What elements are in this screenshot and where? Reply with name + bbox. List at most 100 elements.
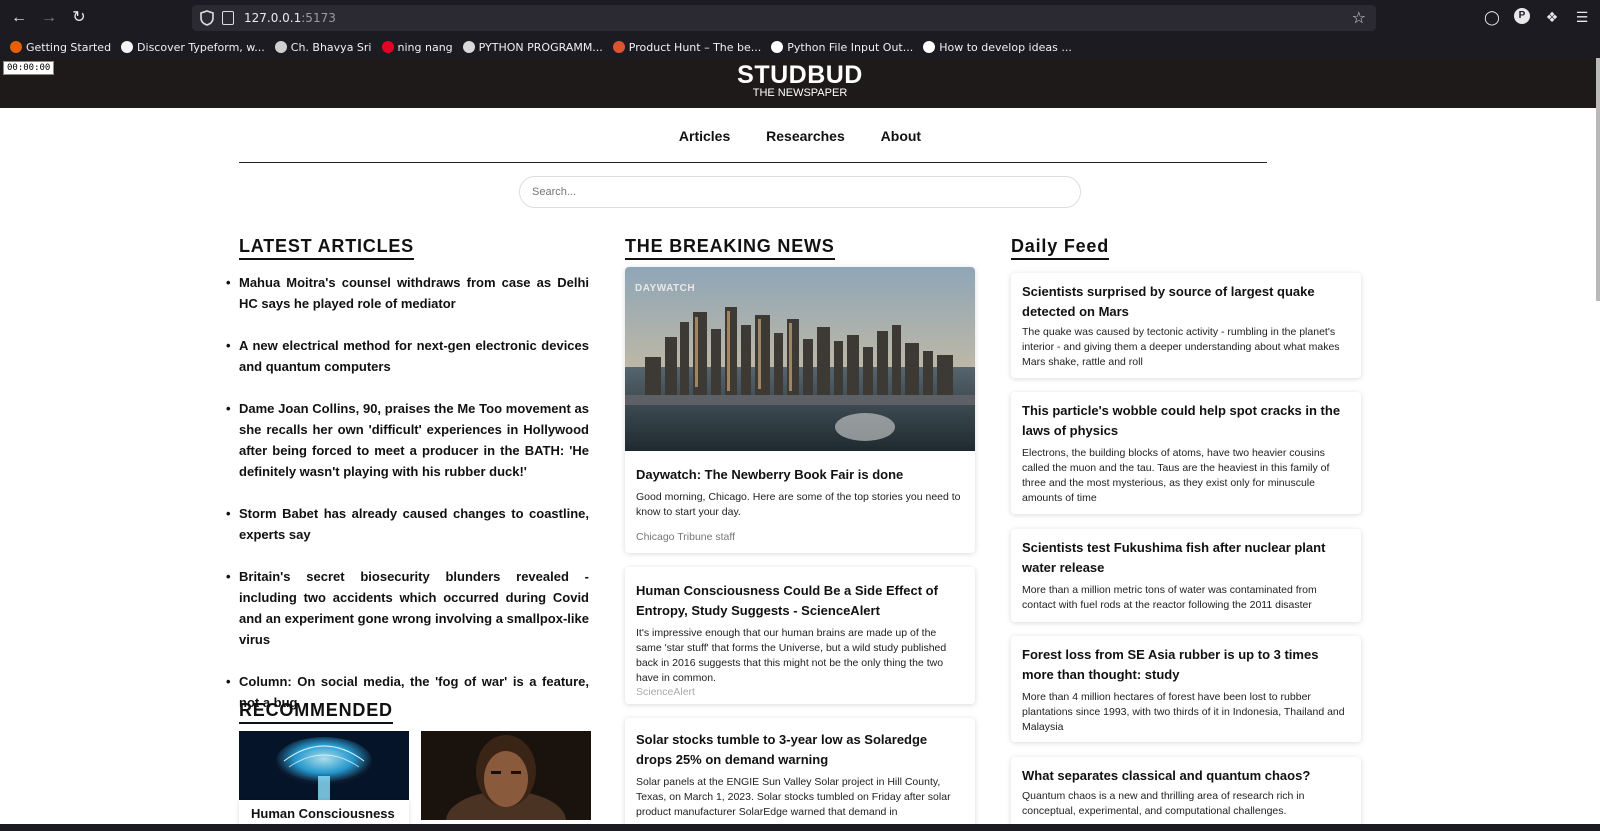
bookmark-favicon-icon — [462, 41, 475, 53]
daily-card[interactable]: Forest loss from SE Asia rubber is up to… — [1011, 636, 1361, 742]
bookmark-label: ning nang — [397, 40, 453, 54]
bullet-icon: • — [226, 275, 231, 290]
bookmark-favicon-icon — [612, 41, 625, 53]
daily-card[interactable]: This particle's wobble could help spot c… — [1011, 392, 1361, 514]
url-host: 127.0.0.1 — [244, 11, 302, 25]
breaking-card[interactable]: Solar stocks tumble to 3-year low as Sol… — [625, 718, 975, 831]
bookmark-favicon-icon — [121, 41, 134, 53]
bookmark-item[interactable]: Discover Typeform, w... — [121, 41, 265, 54]
hamburger-menu-icon[interactable]: ☰ — [1574, 8, 1590, 26]
bookmark-favicon-icon — [274, 41, 287, 53]
bullet-icon: • — [226, 401, 231, 416]
nav-about[interactable]: About — [881, 128, 921, 144]
daily-card[interactable]: What separates classical and quantum cha… — [1011, 757, 1361, 831]
bookmark-label: Discover Typeform, w... — [137, 40, 265, 54]
card-description: The quake was caused by tectonic activit… — [1022, 326, 1340, 368]
latest-article-title: Dame Joan Collins, 90, praises the Me To… — [239, 401, 589, 479]
card-title: Solar stocks tumble to 3-year low as Sol… — [636, 732, 928, 767]
nav-divider — [239, 162, 1267, 163]
pocket-icon[interactable]: ◯ — [1484, 8, 1500, 26]
bottom-bar — [0, 824, 1600, 831]
recommended-heading: RECOMMENDED — [239, 700, 393, 724]
browser-toolbar: ← → ↻ 127.0.0.1:5173 ☆ ◯ P ❖ ☰ — [0, 0, 1600, 36]
card-description: Solar panels at the ENGIE Sun Valley Sol… — [636, 776, 951, 818]
latest-article-item[interactable]: • A new electrical method for next-gen el… — [226, 335, 589, 377]
back-arrow-icon[interactable]: ← — [10, 9, 28, 27]
address-bar[interactable]: 127.0.0.1:5173 ☆ — [192, 5, 1376, 31]
latest-article-item[interactable]: • Mahua Moitra's counsel withdraws from c… — [226, 272, 589, 314]
card-title: Scientists test Fukushima fish after nuc… — [1022, 540, 1326, 575]
card-description: More than 4 million hectares of forest h… — [1022, 691, 1345, 733]
bookmark-label: Python File Input Out... — [787, 40, 914, 54]
card-description: Electrons, the building blocks of atoms,… — [1022, 447, 1330, 504]
bookmark-label: Product Hunt – The be... — [628, 40, 762, 54]
daily-card[interactable]: Scientists test Fukushima fish after nuc… — [1011, 529, 1361, 622]
card-title: This particle's wobble could help spot c… — [1022, 403, 1341, 438]
bullet-icon: • — [226, 338, 231, 353]
bookmark-favicon-icon — [923, 41, 936, 53]
latest-articles-list: • Mahua Moitra's counsel withdraws from c… — [226, 272, 589, 734]
bookmark-favicon-icon — [381, 41, 394, 53]
card-title: Forest loss from SE Asia rubber is up to… — [1022, 647, 1319, 682]
bullet-icon: • — [226, 506, 231, 521]
brand-name: STUDBUD — [737, 61, 863, 89]
latest-article-item[interactable]: • Britain's secret biosecurity blunders r… — [226, 566, 589, 650]
reload-icon[interactable]: ↻ — [70, 9, 88, 27]
bookmark-item[interactable]: Product Hunt – The be... — [612, 40, 762, 54]
latest-article-title: A new electrical method for next-gen ele… — [239, 338, 589, 374]
extensions-icon[interactable]: ❖ — [1544, 8, 1560, 26]
card-source: Chicago Tribune staff — [636, 531, 736, 543]
featured-image: DAYWATCH — [625, 267, 975, 451]
latest-article-title: Britain's secret biosecurity blunders re… — [239, 569, 589, 647]
bookmarks-bar: Getting Started Discover Typeform, w... Ch… — [0, 36, 1600, 58]
bullet-icon: • — [226, 674, 231, 689]
bookmark-item[interactable]: ning nang — [381, 40, 453, 54]
bookmark-item[interactable]: Ch. Bhavya Sri — [274, 40, 372, 54]
image-watermark: DAYWATCH — [635, 283, 696, 294]
bookmark-label: PYTHON PROGRAMM... — [478, 40, 603, 54]
card-description: Good morning, Chicago. Here are some of … — [636, 491, 961, 518]
latest-article-item[interactable]: • Storm Babet has already caused changes … — [226, 503, 589, 545]
bookmark-item[interactable]: Python File Input Out... — [771, 41, 913, 54]
page-scrollbar[interactable] — [1596, 58, 1600, 301]
recommended-image-brain[interactable] — [239, 731, 409, 801]
url-text[interactable]: 127.0.0.1:5173 — [244, 11, 336, 25]
latest-article-item[interactable]: • Dame Joan Collins, 90, praises the Me T… — [226, 398, 589, 482]
card-title: Human Consciousness Could Be a Side Effe… — [636, 583, 938, 618]
bookmark-item[interactable]: How to develop ideas ... — [923, 41, 1072, 54]
breaking-card-featured[interactable]: DAYWATCH Daywatch: The Newberry Book Fai… — [625, 267, 975, 553]
site-logo[interactable]: STUDBUD THE NEWSPAPER — [0, 62, 1600, 99]
shield-icon[interactable] — [200, 10, 214, 26]
brand-tagline: THE NEWSPAPER — [752, 87, 848, 99]
card-title: Scientists surprised by source of larges… — [1022, 284, 1315, 319]
recommended-image-portrait[interactable] — [421, 731, 591, 820]
main-nav: Articles Researches About — [0, 128, 1600, 144]
nav-researches[interactable]: Researches — [766, 128, 845, 144]
star-icon[interactable]: ☆ — [1352, 8, 1366, 28]
page-icon — [222, 11, 234, 25]
latest-article-title: Mahua Moitra's counsel withdraws from ca… — [239, 275, 589, 311]
breaking-news-heading: THE BREAKING NEWS — [625, 236, 835, 260]
bookmark-label: Ch. Bhavya Sri — [290, 40, 372, 54]
profile-avatar[interactable]: P — [1514, 8, 1530, 24]
card-title: Daywatch: The Newberry Book Fair is done — [636, 467, 904, 482]
featured-card-body: Daywatch: The Newberry Book Fair is done… — [625, 451, 975, 543]
nav-articles[interactable]: Articles — [679, 128, 730, 144]
card-source: ScienceAlert — [636, 686, 695, 698]
portrait-illustration — [421, 731, 591, 820]
search-input[interactable] — [519, 176, 1081, 208]
city-skyline-image — [625, 267, 975, 451]
url-port: :5173 — [301, 11, 336, 25]
daily-card[interactable]: Scientists surprised by source of larges… — [1011, 273, 1361, 378]
bookmark-item[interactable]: PYTHON PROGRAMM... — [462, 40, 603, 54]
card-description: Quantum chaos is a new and thrilling are… — [1022, 790, 1305, 817]
card-description: It's impressive enough that our human br… — [636, 627, 947, 684]
bookmark-favicon-icon — [10, 41, 22, 53]
toolbar-right-icons: ◯ P ❖ ☰ — [1484, 8, 1590, 26]
latest-article-title: Storm Babet has already caused changes t… — [239, 506, 589, 542]
card-description: More than a million metric tons of water… — [1022, 584, 1317, 611]
bookmark-item[interactable]: Getting Started — [10, 41, 111, 54]
daily-feed-heading: Daily Feed — [1011, 236, 1110, 260]
breaking-card[interactable]: Human Consciousness Could Be a Side Effe… — [625, 567, 975, 704]
forward-arrow-icon[interactable]: → — [40, 9, 58, 27]
